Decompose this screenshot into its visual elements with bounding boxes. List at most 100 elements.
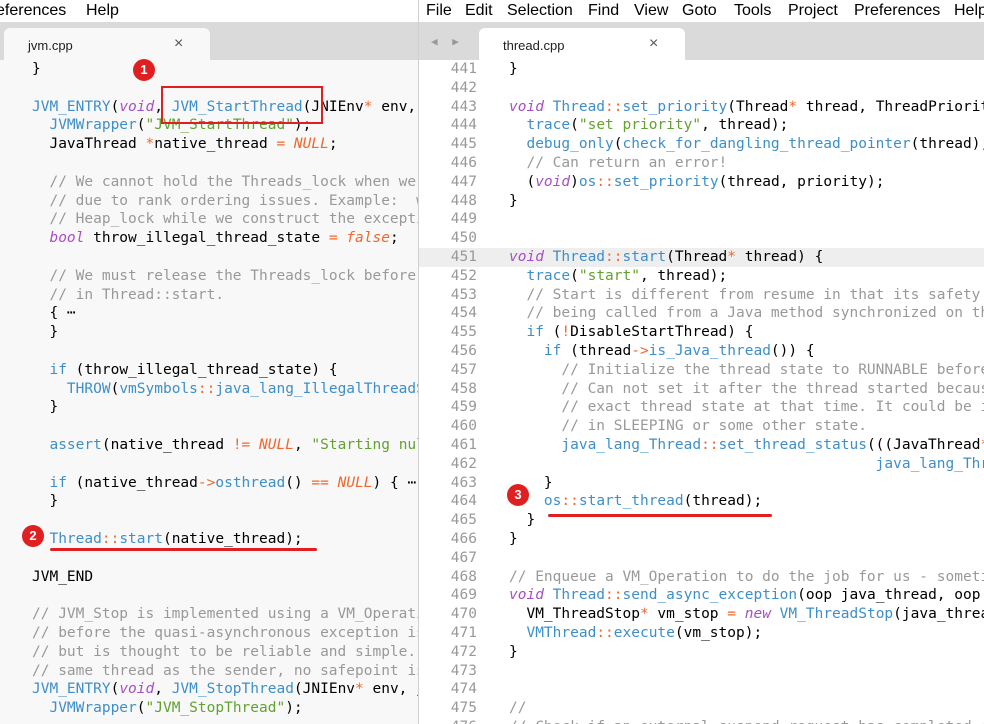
- code-line-text: //: [509, 700, 527, 717]
- line-number: 442: [450, 79, 477, 96]
- code-line: // but is thought to be reliable and sim…: [0, 643, 418, 662]
- code-line: 466}: [419, 530, 984, 549]
- left-menu-bar: eferences Help: [0, 0, 418, 22]
- menu-preferences[interactable]: eferences: [0, 2, 66, 20]
- code-line-text: os::start_thread(thread);: [543, 493, 763, 510]
- code-line: 445 debug_only(check_for_dangling_thread…: [419, 135, 984, 154]
- underline-os-start-thread: [548, 514, 772, 517]
- code-line-text: // being called from a Java method synch…: [526, 305, 984, 322]
- code-line-text: { ⋯: [32, 305, 76, 322]
- code-line: }: [0, 323, 418, 342]
- menu-help[interactable]: Help: [86, 2, 119, 20]
- code-line: assert(native_thread != NULL, "Starting …: [0, 436, 418, 455]
- code-line: 441}: [419, 60, 984, 79]
- code-line-text: assert(native_thread != NULL, "Starting …: [49, 436, 418, 453]
- menu-help[interactable]: Help: [954, 2, 984, 20]
- code-line: 453 // Start is different from resume in…: [419, 286, 984, 305]
- marker-1: 1: [133, 59, 155, 81]
- code-line: 449: [419, 210, 984, 229]
- left-code-area[interactable]: } JVM_ENTRY(void, JVM_StartThread(JNIEnv*…: [0, 60, 418, 724]
- line-number: 461: [450, 436, 477, 453]
- code-line: 472}: [419, 643, 984, 662]
- menu-preferences[interactable]: Preferences: [854, 2, 940, 20]
- menu-file[interactable]: File: [426, 2, 452, 20]
- code-line-text: // We cannot hold the Threads_lock when …: [49, 173, 417, 190]
- line-number: 447: [450, 173, 477, 190]
- code-line: }: [0, 492, 418, 511]
- tab-thread-cpp[interactable]: thread.cpp ×: [479, 28, 685, 60]
- tab-jvm-cpp[interactable]: jvm.cpp ×: [4, 28, 210, 60]
- right-editor-window: File Edit Selection Find View Goto Tools…: [418, 0, 984, 724]
- code-line-text: // before the quasi-asynchronous excepti…: [32, 624, 418, 641]
- line-number: 472: [450, 643, 477, 660]
- code-line-text: bool throw_illegal_thread_state = false;: [49, 230, 399, 247]
- left-tab-strip: jvm.cpp ×: [0, 22, 418, 60]
- code-line-text: // same thread as the sender, no safepoi…: [32, 662, 418, 679]
- line-number: 471: [450, 624, 477, 641]
- code-line-text: }: [509, 512, 536, 529]
- line-number: 451: [450, 248, 477, 265]
- right-menu-bar: File Edit Selection Find View Goto Tools…: [419, 0, 984, 22]
- code-line-text: debug_only(check_for_dangling_thread_poi…: [526, 136, 984, 153]
- line-number: 462: [450, 455, 477, 472]
- code-line-text: // due to rank ordering issues. Example:…: [49, 192, 418, 209]
- menu-project[interactable]: Project: [788, 2, 838, 20]
- line-number: 474: [450, 681, 477, 698]
- close-icon[interactable]: ×: [174, 35, 183, 53]
- code-line-text: void Thread::set_priority(Thread* thread…: [509, 98, 984, 115]
- code-line-text: // Can return an error!: [526, 154, 728, 171]
- code-line-text: }: [32, 493, 59, 510]
- code-line-text: JVM_ENTRY(void, JVM_StopThread(JNIEnv* e…: [32, 681, 418, 698]
- line-number: 459: [450, 399, 477, 416]
- right-code-area[interactable]: 441} 442 443 void Thread::set_priority(Thre…: [419, 60, 984, 724]
- code-line: // We cannot hold the Threads_lock when …: [0, 173, 418, 192]
- line-number: 460: [450, 418, 477, 435]
- code-line-text: // JVM_Stop is implemented using a VM_Op…: [32, 606, 418, 623]
- line-number: 475: [450, 700, 477, 717]
- code-line-text: trace("set priority", thread);: [526, 117, 789, 134]
- menu-goto[interactable]: Goto: [682, 2, 717, 20]
- code-line: 451 void Thread::start(Thread* thread) {: [419, 247, 984, 267]
- menu-view[interactable]: View: [634, 2, 668, 20]
- line-number: 476: [419, 718, 477, 724]
- tab-nav-arrows-icon[interactable]: ◀ ▶: [431, 35, 463, 48]
- line-number: 449: [450, 211, 477, 228]
- code-line-text: // Can not set it after the thread start…: [561, 380, 984, 397]
- code-line-text: void Thread::send_async_exception(oop ja…: [509, 587, 981, 604]
- code-line-text: JVM_END: [32, 568, 94, 585]
- code-line: // We must release the Threads_lock befo…: [0, 267, 418, 286]
- close-icon[interactable]: ×: [649, 35, 658, 53]
- code-line: // before the quasi-asynchronous excepti…: [0, 624, 418, 643]
- menu-selection[interactable]: Selection: [507, 2, 573, 20]
- marker-2: 2: [22, 525, 44, 547]
- code-line: 459 // exact thread state at that time. …: [419, 398, 984, 417]
- code-line-text: }: [509, 61, 518, 77]
- code-line-text: java_lang_Thread::RUNNABLE);: [875, 455, 984, 472]
- code-line: JVMWrapper("JVM_StopThread");: [0, 699, 418, 718]
- code-line-text: // in SLEEPING or some other state.: [561, 418, 867, 435]
- line-number: 458: [450, 380, 477, 397]
- right-tab-strip: ◀ ▶ thread.cpp ×: [419, 22, 984, 60]
- line-number: 452: [450, 267, 477, 284]
- code-line-text: THROW(vmSymbols::java_lang_IllegalThread…: [66, 380, 418, 397]
- marker-3: 3: [507, 484, 529, 506]
- code-line-text: if (!DisableStartThread) {: [526, 324, 754, 341]
- line-number: 450: [450, 230, 477, 247]
- code-line-text: // Enqueue a VM_Operation to do the job …: [509, 568, 984, 585]
- code-line: 458 // Can not set it after the thread s…: [419, 380, 984, 399]
- code-line-text: JavaThread *native_thread = NULL;: [32, 136, 338, 153]
- code-line-text: // Start is different from resume in tha…: [526, 286, 981, 303]
- menu-edit[interactable]: Edit: [465, 2, 493, 20]
- line-number: 465: [450, 512, 477, 529]
- code-line: }: [0, 60, 418, 79]
- code-line-text: }: [509, 192, 518, 209]
- code-line-text: java_lang_Thread::set_thread_status(((Ja…: [561, 436, 984, 453]
- line-number: 466: [450, 530, 477, 547]
- line-number: 470: [450, 606, 477, 623]
- menu-tools[interactable]: Tools: [734, 2, 771, 20]
- menu-find[interactable]: Find: [588, 2, 619, 20]
- code-line: 448}: [419, 192, 984, 211]
